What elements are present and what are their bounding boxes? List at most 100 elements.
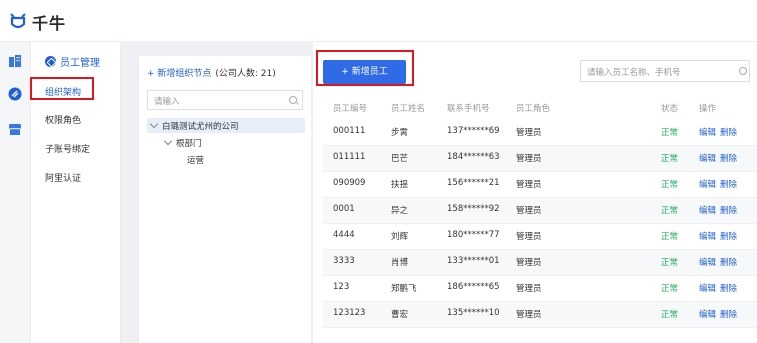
- employee-search-input[interactable]: 请输入员工名称、手机号: [580, 60, 750, 82]
- cell-role: 管理员: [516, 258, 542, 268]
- status-badge: 正常: [661, 206, 679, 216]
- col-status: 状态: [661, 104, 679, 114]
- nav-section-title: 员工管理: [45, 54, 100, 69]
- row-actions: 编辑 删除: [699, 204, 741, 216]
- cell-employee-name: 肖博: [391, 258, 409, 268]
- cell-employee-name: 异之: [391, 206, 409, 216]
- edit-button[interactable]: 编辑: [699, 128, 716, 138]
- col-phone: 联系手机号: [447, 104, 490, 114]
- store-icon[interactable]: [8, 122, 22, 136]
- cell-phone: 135******10: [447, 308, 500, 318]
- cell-role: 管理员: [516, 284, 542, 294]
- row-actions: 编辑 删除: [699, 308, 741, 320]
- staff-icon[interactable]: [8, 87, 22, 101]
- edit-button[interactable]: 编辑: [699, 232, 716, 242]
- cell-employee-name: 步霄: [391, 128, 409, 138]
- edit-button[interactable]: 编辑: [699, 206, 716, 216]
- building-icon[interactable]: [8, 54, 22, 68]
- row-actions: 编辑 删除: [699, 152, 741, 164]
- delete-button[interactable]: 删除: [720, 258, 737, 268]
- search-icon[interactable]: [739, 67, 747, 75]
- cell-phone: 184******63: [447, 152, 500, 162]
- cell-phone: 186******65: [447, 282, 500, 292]
- cell-employee-id: 4444: [333, 230, 355, 240]
- status-badge: 正常: [661, 258, 679, 268]
- cell-employee-id: 090909: [333, 178, 366, 188]
- org-tree-panel: + 新增组织节点 (公司人数: 21) 请输入 白璐测试尤州的公司 根部门 运营: [139, 56, 311, 343]
- org-search-input[interactable]: 请输入: [147, 90, 303, 110]
- highlight-box-org-structure: [30, 77, 94, 100]
- chevron-down-icon[interactable]: [149, 119, 159, 129]
- tree-node-operations[interactable]: 运营: [147, 152, 305, 167]
- cell-employee-id: 000111: [333, 126, 366, 136]
- qianniu-logo-icon: [10, 13, 26, 29]
- search-icon[interactable]: [289, 96, 297, 104]
- top-bar: 千牛: [0, 0, 757, 42]
- company-headcount: (公司人数: 21): [215, 69, 276, 79]
- nav-item-ali-verification[interactable]: 阿里认证: [45, 171, 81, 184]
- staff-management-icon: [45, 56, 56, 67]
- cell-phone: 180******77: [447, 230, 500, 240]
- table-header: 员工编号 员工姓名 联系手机号 员工角色 状态 操作: [323, 96, 757, 120]
- col-employee-name: 员工姓名: [391, 104, 426, 114]
- delete-button[interactable]: 删除: [720, 206, 737, 216]
- table-row: 0001 异之 158******92 管理员 正常 编辑 删除: [323, 198, 757, 224]
- chevron-down-icon[interactable]: [163, 136, 173, 146]
- delete-button[interactable]: 删除: [720, 232, 737, 242]
- delete-button[interactable]: 删除: [720, 180, 737, 190]
- status-badge: 正常: [661, 284, 679, 294]
- col-actions: 操作: [699, 104, 717, 114]
- table-row: 123 郑鹏飞 186******65 管理员 正常 编辑 删除: [323, 276, 757, 302]
- tree-node-company[interactable]: 白璐测试尤州的公司: [147, 118, 305, 133]
- edit-button[interactable]: 编辑: [699, 154, 716, 164]
- edit-button[interactable]: 编辑: [699, 258, 716, 268]
- edit-button[interactable]: 编辑: [699, 284, 716, 294]
- cell-employee-id: 3333: [333, 256, 355, 266]
- table-row: 011111 巴芒 184******63 管理员 正常 编辑 删除: [323, 146, 757, 172]
- delete-button[interactable]: 删除: [720, 128, 737, 138]
- icon-rail: [0, 42, 31, 343]
- nav-item-subaccount-binding[interactable]: 子账号绑定: [45, 142, 90, 155]
- cell-role: 管理员: [516, 128, 542, 138]
- row-actions: 编辑 删除: [699, 178, 741, 190]
- col-role: 员工角色: [516, 104, 551, 114]
- table-row: 000111 步霄 137******69 管理员 正常 编辑 删除: [323, 120, 757, 146]
- col-employee-id: 员工编号: [333, 104, 368, 114]
- cell-employee-id: 0001: [333, 204, 355, 214]
- cell-employee-name: 巴芒: [391, 154, 409, 164]
- status-badge: 正常: [661, 310, 679, 320]
- cell-role: 管理员: [516, 206, 542, 216]
- cell-employee-name: 刘辉: [391, 232, 409, 242]
- cell-employee-name: 扶揺: [391, 180, 409, 190]
- cell-phone: 158******92: [447, 204, 500, 214]
- cell-employee-name: 曹宏: [391, 310, 409, 320]
- tree-node-root-dept[interactable]: 根部门: [147, 135, 305, 150]
- status-badge: 正常: [661, 180, 679, 190]
- cell-role: 管理员: [516, 180, 542, 190]
- cell-phone: 137******69: [447, 126, 500, 136]
- status-badge: 正常: [661, 154, 679, 164]
- row-actions: 编辑 删除: [699, 230, 741, 242]
- nav-item-permission-roles[interactable]: 权限角色: [45, 113, 81, 126]
- row-actions: 编辑 删除: [699, 282, 741, 294]
- add-org-node-link[interactable]: + 新增组织节点 (公司人数: 21): [147, 66, 276, 79]
- employee-panel: + 新增员工 请输入员工名称、手机号 员工编号 员工姓名 联系手机号 员工角色 …: [313, 42, 757, 343]
- table-row: 090909 扶揺 156******21 管理员 正常 编辑 删除: [323, 172, 757, 198]
- edit-button[interactable]: 编辑: [699, 310, 716, 320]
- cell-phone: 133******01: [447, 256, 500, 266]
- cell-role: 管理员: [516, 232, 542, 242]
- delete-button[interactable]: 删除: [720, 154, 737, 164]
- cell-employee-id: 123123: [333, 308, 366, 318]
- highlight-box-add-employee: [316, 50, 414, 86]
- app-name: 千牛: [32, 14, 67, 33]
- table-row: 3333 肖博 133******01 管理员 正常 编辑 删除: [323, 250, 757, 276]
- edit-button[interactable]: 编辑: [699, 180, 716, 190]
- cell-role: 管理员: [516, 154, 542, 164]
- row-actions: 编辑 删除: [699, 256, 741, 268]
- cell-role: 管理员: [516, 310, 542, 320]
- row-actions: 编辑 删除: [699, 126, 741, 138]
- status-badge: 正常: [661, 128, 679, 138]
- delete-button[interactable]: 删除: [720, 284, 737, 294]
- table-row: 4444 刘辉 180******77 管理员 正常 编辑 删除: [323, 224, 757, 250]
- delete-button[interactable]: 删除: [720, 310, 737, 320]
